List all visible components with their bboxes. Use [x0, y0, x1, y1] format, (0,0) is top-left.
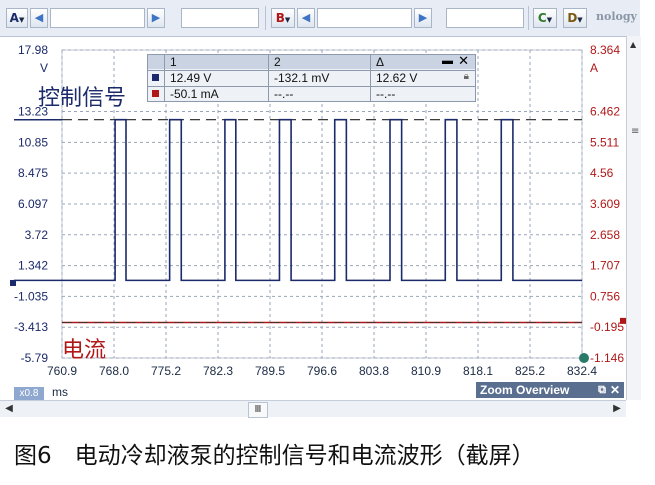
channel-b-coupling-field[interactable]	[446, 8, 524, 28]
toolbar-divider	[528, 6, 529, 30]
oscilloscope-app: A▼ ◀ ▶ B▼ ◀ ▶ C▼ D▼ nology 760.9 768.0 775…	[0, 0, 655, 485]
x-tick-label: 768.0	[99, 364, 129, 378]
horizontal-scrollbar[interactable]: ◀ Ⅲ ▶	[0, 400, 626, 418]
x-tick-label: 832.4	[567, 364, 597, 378]
channel-a-coupling-field[interactable]	[181, 8, 259, 28]
right-tick-label: -0.195	[590, 320, 624, 334]
channel-toolbar: A▼ ◀ ▶ B▼ ◀ ▶ C▼ D▼ nology	[0, 0, 640, 37]
channel-c-button[interactable]: C▼	[533, 8, 557, 28]
right-tick-label: 2.658	[590, 228, 620, 242]
scroll-up-icon[interactable]: ▲	[630, 40, 636, 49]
channel-a-range-field[interactable]	[50, 8, 145, 28]
measurement-table[interactable]: 1 2 Δ ▬ ✕ 12.49 V -132.1 mV 12.62 V 🔒︎ -…	[147, 54, 476, 102]
left-axis-unit: V	[40, 61, 48, 75]
x-tick-label: 775.2	[151, 364, 181, 378]
meas-b-value-1: -50.1 mA	[170, 87, 219, 101]
lock-icon[interactable]: 🔒︎	[464, 71, 469, 82]
right-tick-label: -1.146	[590, 351, 624, 365]
trigger-marker	[579, 353, 589, 363]
x-tick-label: 818.1	[463, 364, 493, 378]
right-tick-label: 6.462	[590, 105, 620, 119]
x-tick-label: 796.6	[307, 364, 337, 378]
zoom-overview-panel[interactable]: Zoom Overview ⧉ ✕	[476, 382, 624, 398]
current-label: 电流	[62, 338, 107, 363]
channel-b-marker	[152, 90, 159, 97]
meas-a-delta: 12.62 V	[376, 71, 418, 85]
channel-b-next-icon[interactable]: ▶	[414, 8, 432, 28]
minimize-icon[interactable]: ▬	[442, 55, 453, 68]
restore-icon[interactable]: ⧉	[598, 382, 606, 398]
toolbar-divider	[265, 6, 266, 30]
right-tick-label: 3.609	[590, 197, 620, 211]
close-icon[interactable]: ✕	[458, 54, 469, 68]
right-tick-label: 1.707	[590, 259, 620, 273]
x-tick-label: 782.3	[203, 364, 233, 378]
x-axis-unit: ms	[52, 385, 68, 399]
left-tick-label: 17.98	[18, 43, 48, 57]
zoom-overview-close-icon[interactable]: ✕	[610, 382, 620, 398]
channel-a-marker	[152, 74, 159, 81]
table-divider	[370, 55, 371, 101]
left-tick-label: 10.85	[18, 135, 48, 149]
left-tick-label: 3.72	[25, 228, 49, 242]
left-tick-label: -1.035	[14, 289, 48, 303]
x-tick-label: 789.5	[255, 364, 285, 378]
channel-a-button[interactable]: A▼	[6, 8, 28, 28]
left-tick-label: 8.475	[18, 166, 48, 180]
x-tick-label: 810.9	[411, 364, 441, 378]
right-tick-label: 8.364	[590, 43, 620, 57]
meas-b-value-2: --.--	[274, 87, 294, 101]
left-tick-label: -5.79	[21, 351, 49, 365]
zoom-overview-title: Zoom Overview	[480, 383, 570, 397]
scroll-left-icon[interactable]: ◀	[2, 402, 16, 416]
scroll-thumb[interactable]: Ⅲ	[248, 402, 268, 418]
meas-a-value-2: -132.1 mV	[274, 71, 330, 85]
x-tick-label: 825.2	[515, 364, 545, 378]
channel-b-prev-icon[interactable]: ◀	[297, 8, 315, 28]
x-tick-label: 803.8	[359, 364, 389, 378]
measurement-header-2: 2	[274, 55, 281, 69]
control-signal-label: 控制信号	[38, 86, 127, 111]
channel-d-button[interactable]: D▼	[563, 8, 587, 28]
channel-a-next-icon[interactable]: ▶	[147, 8, 165, 28]
meas-a-value-1: 12.49 V	[170, 71, 212, 85]
table-divider	[164, 55, 165, 101]
right-tick-label: 0.756	[590, 289, 620, 303]
measurement-header-delta: Δ	[376, 55, 385, 69]
channel-a-prev-icon[interactable]: ◀	[30, 8, 48, 28]
scroll-right-icon[interactable]: ▶	[610, 402, 624, 416]
channel-b-button[interactable]: B▼	[271, 8, 295, 28]
left-tick-label: 6.097	[18, 197, 48, 211]
vertical-scrollbar[interactable]: ▲ ≡	[626, 36, 641, 400]
right-tick-label: 4.56	[590, 166, 614, 180]
meas-b-delta: --.--	[376, 87, 396, 101]
right-tick-label: 5.511	[590, 135, 619, 149]
scroll-grip-icon[interactable]: ≡	[631, 126, 639, 137]
left-tick-label: -3.413	[14, 320, 48, 334]
table-divider	[268, 55, 269, 101]
left-tick-label: 1.342	[18, 259, 48, 273]
figure-caption: 图6 电动冷却液泵的控制信号和电流波形（截屏）	[14, 443, 535, 469]
brand-logo-text: nology	[596, 10, 637, 23]
x-scale-badge[interactable]: x0.8	[14, 387, 44, 400]
measurement-header	[148, 55, 475, 69]
channel-b-range-field[interactable]	[317, 8, 412, 28]
measurement-header-1: 1	[170, 55, 177, 69]
x-tick-label: 760.9	[47, 364, 77, 378]
right-axis-unit: A	[590, 61, 598, 75]
